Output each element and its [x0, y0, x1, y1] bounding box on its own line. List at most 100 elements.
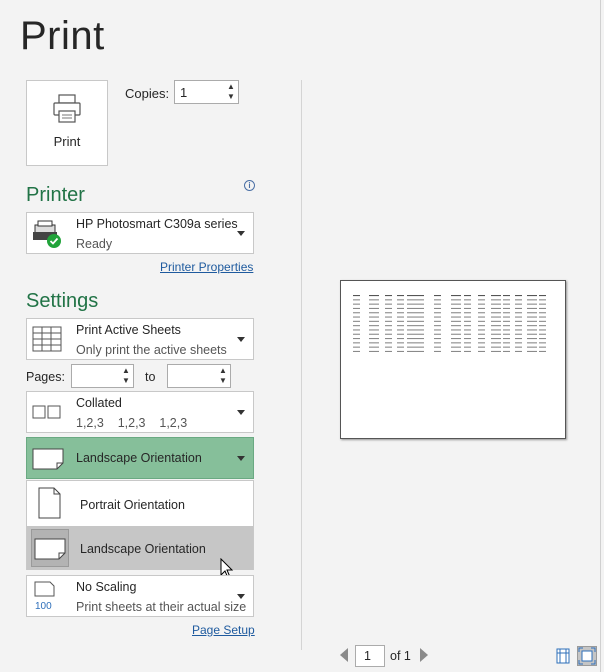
settings-section-title: Settings — [26, 290, 99, 312]
copies-stepper[interactable]: 1 ▲ ▼ — [174, 80, 239, 104]
orientation-dropdown[interactable]: Landscape Orientation — [26, 437, 254, 479]
pages-from-down-arrow-icon[interactable]: ▼ — [121, 376, 131, 386]
show-margins-button[interactable] — [554, 647, 572, 665]
orientation-selected: Landscape Orientation — [76, 451, 202, 465]
preview-cell-line — [503, 350, 510, 352]
preview-cell-line — [434, 295, 441, 297]
preview-cell-line — [503, 312, 510, 314]
pages-to-up-arrow-icon[interactable]: ▲ — [218, 366, 228, 376]
preview-cell-line — [369, 329, 379, 331]
preview-cell-line — [539, 320, 546, 322]
preview-cell-line — [369, 312, 379, 314]
preview-cell-line — [434, 325, 441, 327]
preview-cell-line — [478, 333, 485, 335]
preview-cell-line — [539, 342, 546, 344]
preview-cell-line — [464, 338, 471, 340]
preview-cell-line — [515, 338, 522, 340]
page-setup-link[interactable]: Page Setup — [192, 623, 255, 637]
preview-cell-line — [397, 299, 404, 301]
preview-cell-line — [464, 312, 471, 314]
preview-cell-line — [527, 333, 537, 335]
preview-cell-line — [527, 316, 537, 318]
orientation-option-portrait[interactable]: Portrait Orientation — [27, 482, 253, 526]
preview-cell-line — [515, 307, 522, 309]
preview-cell-line — [527, 303, 537, 305]
landscape-page-icon — [32, 448, 64, 470]
info-icon[interactable]: i — [244, 180, 255, 191]
preview-cell-line — [385, 312, 392, 314]
preview-cell-line — [491, 295, 501, 297]
preview-cell-line — [407, 342, 417, 344]
preview-cell-line — [527, 350, 537, 352]
preview-cell-line — [385, 320, 392, 322]
printer-properties-link[interactable]: Printer Properties — [160, 260, 253, 274]
current-page-input[interactable]: 1 — [355, 645, 385, 667]
zoom-to-page-icon — [578, 647, 596, 665]
previous-page-icon[interactable] — [340, 648, 348, 662]
preview-cell-line — [385, 350, 392, 352]
next-page-icon[interactable] — [420, 648, 428, 662]
sheet-grid-icon — [32, 326, 62, 352]
preview-cell-line — [353, 350, 360, 352]
preview-cell-line — [491, 333, 501, 335]
preview-cell-line — [515, 342, 522, 344]
print-button[interactable]: Print — [26, 80, 108, 166]
preview-cell-line — [385, 342, 392, 344]
preview-cell-line — [503, 329, 510, 331]
preview-cell-line — [417, 350, 424, 352]
scaling-dropdown[interactable]: 100 No Scaling Print sheets at their act… — [26, 575, 254, 617]
preview-cell-line — [451, 346, 461, 348]
preview-cell-line — [515, 316, 522, 318]
preview-cell-line — [451, 316, 461, 318]
scaling-subtitle: Print sheets at their actual size — [76, 600, 247, 614]
chevron-down-icon — [237, 231, 245, 236]
collation-subtitle: 1,2,3 1,2,3 1,2,3 — [76, 416, 188, 430]
preview-cell-line — [478, 329, 485, 331]
pages-from-input[interactable]: ▲ ▼ — [71, 364, 134, 388]
preview-cell-line — [503, 316, 510, 318]
pages-from-up-arrow-icon[interactable]: ▲ — [121, 366, 131, 376]
pages-to-input[interactable]: ▲ ▼ — [167, 364, 231, 388]
preview-cell-line — [353, 299, 360, 301]
collation-dropdown[interactable]: Collated 1,2,3 1,2,3 1,2,3 — [26, 391, 254, 433]
preview-cell-line — [353, 312, 360, 314]
scaling-icon-text: 100 — [35, 601, 52, 612]
print-what-dropdown[interactable]: Print Active Sheets Only print the activ… — [26, 318, 254, 360]
preview-cell-line — [451, 303, 461, 305]
preview-cell-line — [353, 342, 360, 344]
copies-down-arrow-icon[interactable]: ▼ — [226, 92, 236, 102]
preview-cell-line — [353, 338, 360, 340]
chevron-down-icon — [237, 456, 245, 461]
preview-cell-line — [397, 350, 404, 352]
preview-cell-line — [417, 295, 424, 297]
preview-cell-line — [397, 303, 404, 305]
preview-cell-line — [478, 346, 485, 348]
pages-to-down-arrow-icon[interactable]: ▼ — [218, 376, 228, 386]
chevron-down-icon — [237, 337, 245, 342]
copies-up-arrow-icon[interactable]: ▲ — [226, 82, 236, 92]
preview-cell-line — [503, 303, 510, 305]
print-button-label: Print — [53, 134, 81, 149]
preview-cell-line — [417, 342, 424, 344]
preview-cell-line — [417, 307, 424, 309]
preview-cell-line — [491, 307, 501, 309]
preview-cell-line — [385, 299, 392, 301]
preview-cell-line — [353, 346, 360, 348]
preview-cell-line — [527, 346, 537, 348]
preview-cell-line — [515, 333, 522, 335]
preview-cell-line — [491, 346, 501, 348]
preview-cell-line — [464, 329, 471, 331]
preview-cell-line — [369, 307, 379, 309]
preview-cell-line — [385, 346, 392, 348]
printer-dropdown[interactable]: HP Photosmart C309a series Ready — [26, 212, 254, 254]
preview-cell-line — [464, 299, 471, 301]
preview-cell-line — [491, 338, 501, 340]
preview-cell-line — [478, 307, 485, 309]
preview-cell-line — [369, 316, 379, 318]
zoom-to-page-button[interactable] — [577, 646, 597, 666]
panel-divider — [301, 80, 302, 650]
preview-cell-line — [369, 299, 379, 301]
printer-status: Ready — [76, 237, 113, 251]
preview-cell-line — [353, 320, 360, 322]
preview-cell-line — [527, 329, 537, 331]
